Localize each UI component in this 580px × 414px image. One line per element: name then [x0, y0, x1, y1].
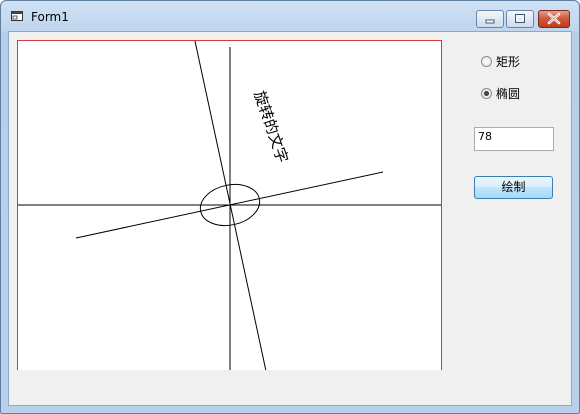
drawing-surface: 旋转的文字 [18, 41, 441, 370]
radio-ellipse[interactable]: 椭圆 [481, 84, 520, 102]
radio-rectangle-label: 矩形 [496, 54, 521, 69]
radio-rectangle-indicator [481, 55, 492, 67]
rotated-text: 旋转的文字 [250, 88, 291, 165]
draw-button[interactable]: 绘制 [474, 176, 553, 199]
minimize-icon [485, 19, 495, 24]
drawing-canvas[interactable]: 旋转的文字 [17, 40, 442, 370]
close-button[interactable] [538, 10, 570, 28]
window-icon [11, 11, 23, 21]
window-title: Form1 [31, 10, 69, 24]
radio-ellipse-indicator [481, 87, 492, 99]
minimize-button[interactable] [476, 10, 504, 28]
maximize-button[interactable] [506, 10, 534, 28]
radio-rectangle[interactable]: 矩形 [481, 52, 520, 70]
maximize-icon [515, 14, 525, 23]
close-icon [547, 12, 561, 25]
angle-input[interactable]: 78 [474, 127, 554, 151]
form-client-area: 旋转的文字 矩形 椭圆 78 绘制 [8, 31, 572, 406]
app-window: Form1 旋转的文字 矩形 椭圆 78 绘制 [0, 0, 580, 414]
title-bar[interactable]: Form1 [1, 1, 579, 31]
radio-ellipse-label: 椭圆 [496, 86, 521, 101]
